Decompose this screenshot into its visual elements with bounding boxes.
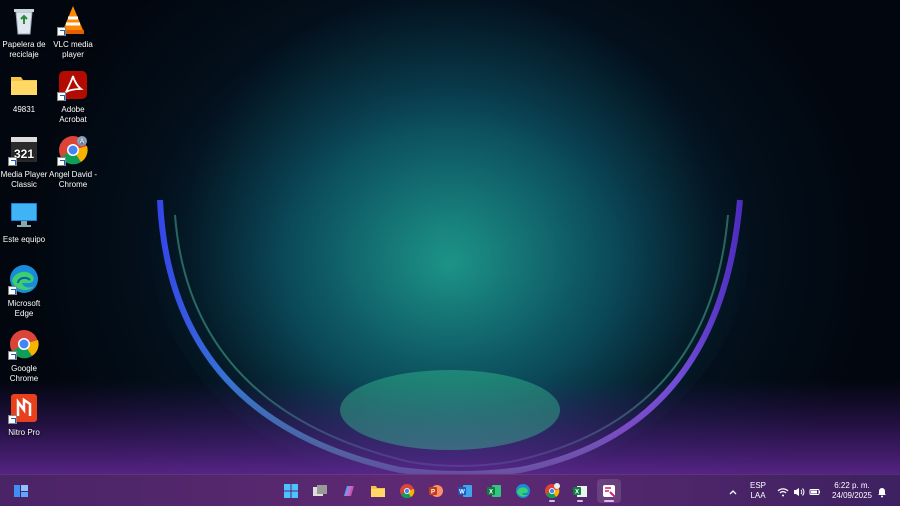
desktop-icon-recycle-bin[interactable]: Papelera de reciclaje	[0, 4, 50, 60]
active-indicator	[604, 500, 614, 502]
task-view-icon	[313, 485, 327, 496]
svg-text:321: 321	[14, 147, 34, 161]
desktop-icon-este-equipo[interactable]: Este equipo	[0, 199, 50, 245]
task-view-button[interactable]	[308, 479, 332, 503]
language-code: ESP	[749, 481, 766, 490]
desktop-icon-nitro-pro[interactable]: Nitro Pro	[0, 392, 50, 438]
start-icon	[284, 484, 298, 498]
adobe-acrobat-icon	[57, 69, 89, 101]
desktop-icon-label: Google Chrome	[9, 364, 39, 383]
shortcut-arrow-icon	[57, 157, 66, 166]
wifi-icon[interactable]	[777, 486, 789, 498]
excel-sheet-button[interactable]: X	[568, 479, 592, 503]
desktop-icon-label: Adobe Acrobat	[59, 105, 87, 124]
shortcut-arrow-icon	[8, 415, 17, 424]
clock-time: 6:22 p. m.	[834, 481, 870, 490]
chrome-profile-icon	[545, 483, 560, 499]
folder-icon	[8, 69, 40, 101]
desktop-icon-label: Angel David - Chrome	[48, 170, 98, 189]
widgets-icon	[14, 485, 28, 497]
clock[interactable]: 6:22 p. m. 24/09/2025	[826, 481, 878, 501]
language-indicator[interactable]: ESP LAA	[747, 481, 769, 501]
notification-bell-icon[interactable]	[876, 486, 888, 498]
shortcut-arrow-icon	[57, 92, 66, 101]
taskbar: P W X X ESP LAA 6:22 p. m. 24/09/2025	[0, 474, 900, 506]
chrome-icon	[8, 328, 40, 360]
shortcut-arrow-icon	[8, 157, 17, 166]
desktop-icon-vlc[interactable]: VLC media player	[47, 4, 99, 60]
start-button[interactable]	[279, 479, 303, 503]
desktop-icon-label: Papelera de reciclaje	[2, 40, 46, 59]
desktop-icon-media-player-classic[interactable]: 321 Media Player Classic	[0, 134, 50, 190]
desktop-icon-google-chrome[interactable]: Google Chrome	[0, 328, 50, 384]
desktop-icon-adobe-acrobat[interactable]: Adobe Acrobat	[47, 69, 99, 125]
media-player-classic-icon: 321	[8, 134, 40, 166]
snipping-tool-icon	[603, 485, 616, 498]
chrome-taskbar-button[interactable]	[395, 479, 419, 503]
excel-sheet-icon: X	[573, 486, 587, 497]
widgets-button[interactable]	[9, 479, 33, 503]
edge-icon	[516, 484, 530, 498]
chrome-icon	[400, 484, 415, 499]
copilot-icon	[344, 486, 354, 496]
svg-text:X: X	[489, 490, 493, 496]
word-icon: W	[458, 485, 472, 497]
svg-text:X: X	[575, 490, 579, 496]
edge-taskbar-button[interactable]	[511, 479, 535, 503]
running-indicator	[549, 500, 555, 502]
recycle-bin-icon	[8, 4, 40, 36]
running-indicator	[577, 500, 583, 502]
shortcut-arrow-icon	[8, 286, 17, 295]
desktop-icon-label: Nitro Pro	[8, 428, 40, 437]
file-explorer-button[interactable]	[366, 479, 390, 503]
shortcut-arrow-icon	[8, 351, 17, 360]
volume-icon[interactable]	[793, 486, 805, 498]
desktop-wallpaper	[0, 0, 900, 474]
desktop-icon-chrome-profile[interactable]: A Angel David - Chrome	[47, 134, 99, 190]
desktop-icon-folder-49831[interactable]: 49831	[0, 69, 50, 115]
file-explorer-icon	[371, 486, 385, 497]
desktop-icon-label: Media Player Classic	[0, 170, 48, 189]
vlc-icon	[57, 4, 89, 36]
desktop-icon-label: VLC media player	[53, 40, 93, 59]
keyboard-layout: LAA	[750, 491, 766, 500]
clock-date: 24/09/2025	[831, 491, 873, 500]
svg-text:W: W	[459, 490, 465, 496]
shortcut-arrow-icon	[57, 27, 66, 36]
chevron-up-icon[interactable]	[727, 486, 739, 498]
copilot-button[interactable]	[337, 479, 361, 503]
word-button[interactable]: W	[453, 479, 477, 503]
excel-icon: X	[487, 485, 501, 497]
nitro-icon	[8, 392, 40, 424]
powerpoint-icon: P	[429, 485, 443, 497]
excel-button[interactable]: X	[482, 479, 506, 503]
battery-icon[interactable]	[809, 486, 821, 498]
snipping-tool-button[interactable]	[597, 479, 621, 503]
desktop-icon-label: Este equipo	[2, 235, 46, 244]
desktop-icon-label: 49831	[12, 105, 36, 114]
powerpoint-button[interactable]: P	[424, 479, 448, 503]
svg-text:P: P	[431, 490, 435, 496]
chrome-profile-icon: A	[57, 134, 89, 166]
desktop-icon-microsoft-edge[interactable]: Microsoft Edge	[0, 263, 50, 319]
desktop-icon-label: Microsoft Edge	[7, 299, 41, 318]
svg-text:A: A	[80, 139, 85, 146]
chrome-profile-taskbar-button[interactable]	[540, 479, 564, 503]
monitor-icon	[8, 199, 40, 231]
edge-icon	[8, 263, 40, 295]
